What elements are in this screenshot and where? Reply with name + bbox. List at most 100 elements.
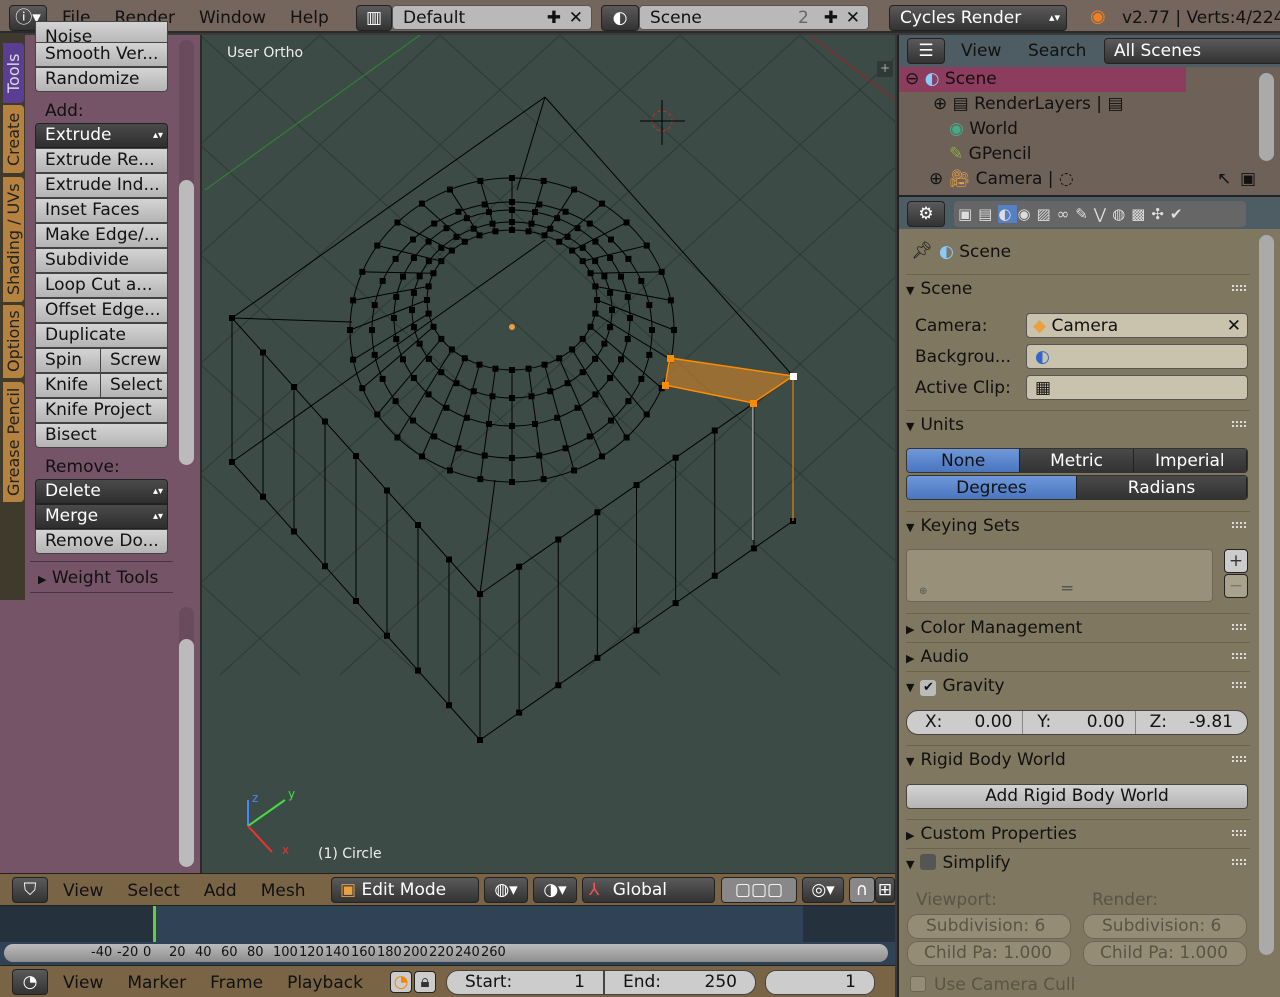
- properties-scrollbar[interactable]: [1259, 235, 1274, 955]
- keying-sets-list[interactable]: ⊕ ═: [906, 549, 1213, 602]
- start-frame-field[interactable]: Start: 1: [446, 970, 604, 995]
- gravity-x-field[interactable]: X: 0.00: [907, 711, 1024, 734]
- scene-icon[interactable]: ◐: [601, 5, 639, 31]
- remove-scene-icon[interactable]: ✕: [846, 6, 860, 30]
- tab-shading-uvs[interactable]: Shading / UVs: [3, 177, 24, 302]
- tool-button[interactable]: Duplicate: [35, 323, 168, 348]
- remove-keying-set-button[interactable]: −: [1224, 574, 1248, 598]
- panel-rigid-body-header[interactable]: ▼ Rigid Body World: [906, 745, 1250, 773]
- expand-properties-icon[interactable]: +: [877, 61, 893, 77]
- tool-button[interactable]: Subdivide: [35, 248, 168, 273]
- outliner-menu-view[interactable]: View: [961, 41, 1001, 61]
- remove-layout-icon[interactable]: ✕: [569, 6, 583, 30]
- editor-type-button[interactable]: ⛉: [12, 877, 48, 903]
- panel-units-header[interactable]: ▼ Units: [906, 410, 1250, 438]
- tool-button[interactable]: Extrude Re...: [35, 148, 168, 173]
- preview-range-toggle[interactable]: ◔: [390, 971, 412, 993]
- tab-create[interactable]: Create: [3, 105, 24, 173]
- outliner-menu-search[interactable]: Search: [1028, 41, 1086, 61]
- unit-metric[interactable]: Metric: [1020, 449, 1134, 472]
- rotation-unit-selector[interactable]: Degrees Radians: [906, 475, 1248, 500]
- current-frame-cursor[interactable]: [153, 906, 156, 942]
- rotation-degrees[interactable]: Degrees: [907, 476, 1077, 499]
- rotation-radians[interactable]: Radians: [1077, 476, 1247, 499]
- mode-select[interactable]: ▣ Edit Mode: [331, 877, 479, 903]
- menu-select[interactable]: Select: [127, 881, 179, 901]
- snap-element-select[interactable]: ⊞: [875, 877, 895, 903]
- tab-tools[interactable]: Tools: [3, 43, 24, 103]
- tool-button[interactable]: Offset Edge...: [35, 298, 168, 323]
- camera-field[interactable]: ◆ Camera ✕: [1026, 313, 1248, 338]
- timeline-ruler[interactable]: -40 -20 0 20 40 60 80 100 120 140 160 180 200 220 240 2…: [4, 944, 888, 962]
- layout-field[interactable]: Default ✚ ✕: [392, 5, 592, 30]
- extrude-dropdown[interactable]: Extrude ▴▾: [35, 123, 168, 148]
- mesh-wireframe[interactable]: [202, 35, 895, 873]
- pivot-select[interactable]: ◑▾: [533, 877, 577, 903]
- weight-tools-panel[interactable]: ▶ Weight Tools: [30, 561, 173, 593]
- properties-context-tabs[interactable]: ▣▤◐◉▨∞✎⋁◍▩✣✔: [954, 201, 1246, 227]
- menu-add[interactable]: Add: [204, 881, 237, 901]
- proportional-edit-select[interactable]: ◎▾: [802, 877, 844, 903]
- menu-help[interactable]: Help: [290, 8, 329, 28]
- panel-color-management-header[interactable]: ▶ Color Management: [906, 613, 1250, 641]
- lock-icon[interactable]: 🔒︎: [414, 971, 436, 993]
- menu-view[interactable]: View: [63, 881, 103, 901]
- viewport-subdivision-field[interactable]: Subdivision: 6: [907, 914, 1071, 939]
- active-clip-field[interactable]: ▦: [1026, 375, 1248, 400]
- outliner-scrollbar[interactable]: [1259, 73, 1274, 161]
- tool-button[interactable]: Make Edge/...: [35, 223, 168, 248]
- panel-scene-header[interactable]: ▼ Scene: [906, 274, 1250, 302]
- tool-button[interactable]: Knife: [35, 373, 101, 398]
- outliner-row-renderlayers[interactable]: ⊕ ▤ RenderLayers | ▤: [933, 92, 1124, 117]
- render-engine-select[interactable]: Cycles Render ▴▾: [889, 5, 1067, 31]
- use-camera-cull[interactable]: Use Camera Cull: [910, 975, 1075, 995]
- outliner-row-gpencil[interactable]: ✎ GPencil: [949, 142, 1032, 167]
- current-frame-field[interactable]: 1: [765, 970, 875, 995]
- menu-mesh[interactable]: Mesh: [261, 881, 306, 901]
- 3d-viewport[interactable]: User Ortho (1) Circle x y z +: [200, 35, 895, 873]
- unit-none[interactable]: None: [907, 449, 1021, 472]
- shading-select[interactable]: ◍▾: [484, 877, 528, 903]
- merge-dropdown[interactable]: Merge ▴▾: [35, 504, 168, 529]
- gravity-checkbox[interactable]: ✔: [920, 680, 937, 696]
- panel-simplify-header[interactable]: ▼ Simplify: [906, 848, 1250, 876]
- menu-playback[interactable]: Playback: [287, 973, 363, 993]
- timeline-editor-type-button[interactable]: ◔: [12, 969, 48, 995]
- delete-dropdown[interactable]: Delete ▴▾: [35, 479, 168, 504]
- outliner-filter-select[interactable]: All Scenes: [1104, 38, 1280, 64]
- tool-button[interactable]: Bisect: [35, 423, 168, 448]
- gravity-y-field[interactable]: Y: 0.00: [1023, 711, 1136, 734]
- tool-button[interactable]: Inset Faces: [35, 198, 168, 223]
- end-frame-field[interactable]: End: 250: [604, 970, 756, 995]
- unit-system-selector[interactable]: None Metric Imperial: [906, 448, 1248, 473]
- restrict-render-icon[interactable]: ▣: [1240, 169, 1256, 189]
- tool-button[interactable]: Knife Project: [35, 398, 168, 423]
- tab-options[interactable]: Options: [3, 305, 24, 378]
- orientation-select[interactable]: ⅄ Global: [582, 877, 715, 903]
- render-subdivision-field[interactable]: Subdivision: 6: [1083, 914, 1247, 939]
- tool-button[interactable]: Screw: [100, 348, 168, 373]
- menu-window[interactable]: Window: [199, 8, 266, 28]
- viewport-child-particles-field[interactable]: Child Pa: 1.000: [907, 941, 1071, 966]
- tool-randomize[interactable]: Randomize: [35, 67, 168, 92]
- add-keying-set-button[interactable]: +: [1224, 549, 1248, 573]
- tool-button[interactable]: Select: [100, 373, 168, 398]
- clear-camera-icon[interactable]: ✕: [1227, 314, 1241, 338]
- camera-cull-checkbox[interactable]: [910, 976, 926, 992]
- unit-imperial[interactable]: Imperial: [1133, 449, 1247, 472]
- menu-view[interactable]: View: [63, 973, 103, 993]
- panel-keying-sets-header[interactable]: ▼ Keying Sets: [906, 511, 1250, 539]
- outliner-row-world[interactable]: ◉ World: [949, 117, 1018, 142]
- panel-audio-header[interactable]: ▶ Audio: [906, 642, 1250, 670]
- restrict-select-icon[interactable]: ↖: [1217, 169, 1231, 189]
- add-scene-icon[interactable]: ✚: [824, 6, 838, 30]
- menu-frame[interactable]: Frame: [210, 973, 263, 993]
- simplify-checkbox[interactable]: [920, 854, 937, 870]
- select-mode-buttons[interactable]: ▢▢▢: [721, 877, 797, 903]
- menu-marker[interactable]: Marker: [127, 973, 186, 993]
- add-layout-icon[interactable]: ✚: [547, 6, 561, 30]
- tab-grease-pencil[interactable]: Grease Pencil: [3, 382, 24, 502]
- outliner-row-camera[interactable]: ⊕ 🎥︎ Camera | ◌: [929, 167, 1074, 192]
- tool-shelf-scrollbar-lower[interactable]: [179, 607, 194, 867]
- panel-custom-properties-header[interactable]: ▶ Custom Properties: [906, 819, 1250, 847]
